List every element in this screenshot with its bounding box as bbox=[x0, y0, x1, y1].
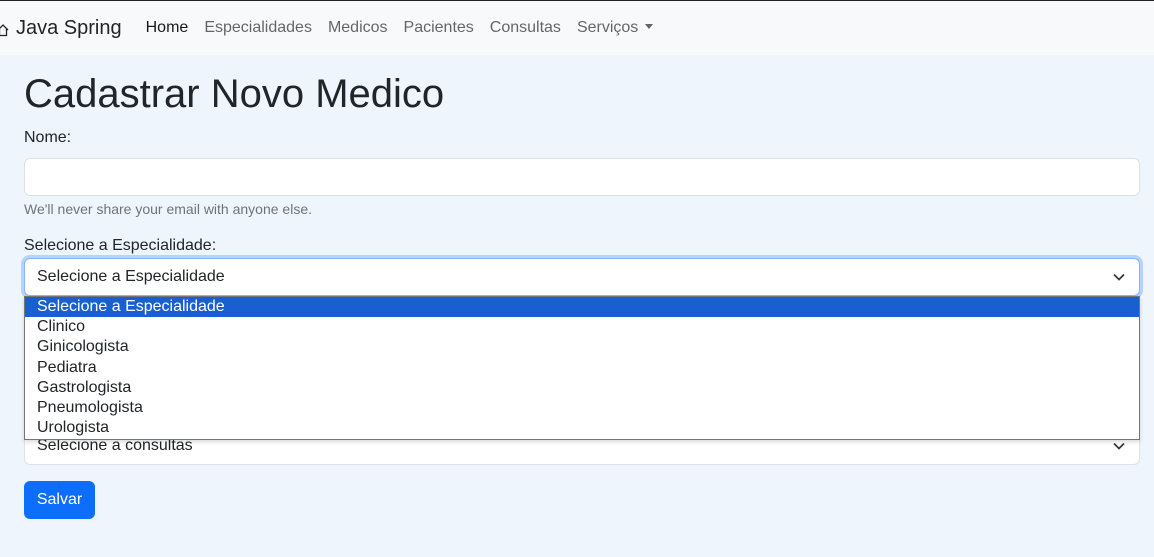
chevron-down-icon bbox=[1113, 442, 1125, 450]
house-icon bbox=[0, 24, 9, 37]
option-item[interactable]: Selecione a Especialidade bbox=[25, 297, 1139, 318]
nav-consultas[interactable]: Consultas bbox=[482, 19, 569, 37]
option-item[interactable]: Urologista bbox=[25, 418, 1139, 438]
nome-help-text: We'll never share your email with anyone… bbox=[24, 201, 312, 217]
option-item[interactable]: Gastrologista bbox=[25, 378, 1139, 398]
salvar-button[interactable]: Salvar bbox=[24, 481, 95, 519]
especialidade-label: Selecione a Especialidade: bbox=[24, 237, 217, 254]
especialidade-options-list: Selecione a Especialidade Clinico Ginico… bbox=[24, 296, 1140, 440]
nome-input[interactable] bbox=[24, 158, 1140, 196]
brand[interactable]: Java Spring bbox=[0, 17, 122, 40]
brand-label: Java Spring bbox=[16, 16, 122, 39]
nav-especialidades[interactable]: Especialidades bbox=[196, 19, 320, 37]
chevron-down-icon bbox=[1113, 273, 1125, 281]
page-title: Cadastrar Novo Medico bbox=[24, 72, 445, 116]
nome-label: Nome: bbox=[24, 129, 72, 146]
caret-down-icon bbox=[645, 24, 654, 29]
option-item[interactable]: Ginicologista bbox=[25, 337, 1139, 357]
nav-links: Home Especialidades Medicos Pacientes Co… bbox=[138, 19, 662, 37]
option-item[interactable]: Pediatra bbox=[25, 358, 1139, 378]
option-item[interactable]: Clinico bbox=[25, 317, 1139, 337]
nav-pacientes[interactable]: Pacientes bbox=[396, 19, 482, 37]
navbar: Java Spring Home Especialidades Medicos … bbox=[0, 0, 1154, 55]
especialidade-select[interactable]: Selecione a Especialidade bbox=[24, 258, 1140, 296]
nav-servicos-label: Serviços bbox=[576, 19, 639, 36]
nav-servicos-dropdown[interactable]: Serviços bbox=[569, 19, 661, 37]
especialidade-select-value: Selecione a Especialidade bbox=[37, 268, 225, 285]
nav-medicos[interactable]: Medicos bbox=[320, 19, 396, 37]
option-item[interactable]: Pneumologista bbox=[25, 398, 1139, 418]
nav-home[interactable]: Home bbox=[138, 19, 197, 37]
